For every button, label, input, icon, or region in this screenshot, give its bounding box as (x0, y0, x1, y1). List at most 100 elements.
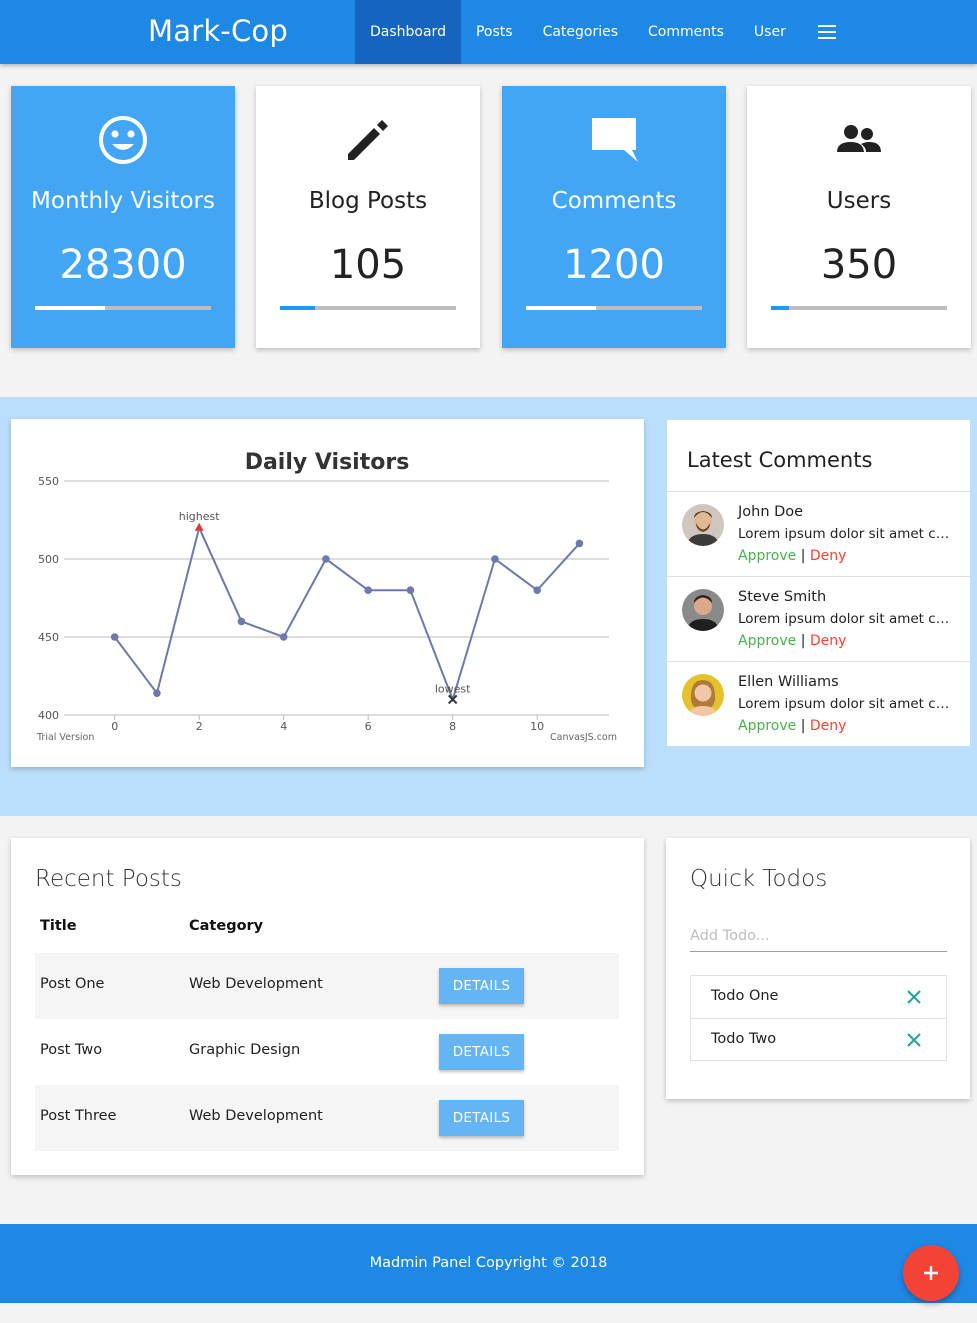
details-button[interactable]: DETAILS (439, 1034, 524, 1070)
table-row: Post Two Graphic Design DETAILS (35, 1019, 619, 1085)
data-point (575, 539, 584, 548)
brand-logo[interactable]: Mark-Cop (148, 14, 288, 48)
approve-link[interactable]: Approve (738, 548, 796, 564)
comment-icon (502, 114, 726, 166)
comment-author: John Doe (738, 504, 804, 520)
stat-card-blog-posts: Blog Posts 105 (256, 86, 480, 348)
progress-bar (526, 306, 702, 310)
comment-author: Ellen Williams (738, 674, 839, 690)
data-point-highest (194, 522, 204, 531)
comment-text: Lorem ipsum dolor sit amet consectetur (738, 526, 953, 542)
stat-card-users: Users 350 (747, 86, 971, 348)
hamburger-icon[interactable] (801, 0, 853, 64)
annotation-label: highest (179, 510, 220, 523)
deny-link[interactable]: Deny (810, 633, 847, 649)
comment-item: Ellen Williams Lorem ipsum dolor sit ame… (667, 661, 970, 746)
stat-value: 28300 (59, 242, 187, 288)
data-point (279, 633, 288, 641)
progress-bar (35, 306, 211, 310)
canvasjs-credit: CanvasJS.com (550, 732, 617, 743)
deny-link[interactable]: Deny (810, 718, 847, 734)
progress-bar (280, 306, 456, 310)
daily-visitors-chart-card: Daily Visitors 400 450 500 550 0 2 4 6 8 10 highest… (11, 419, 644, 767)
comment-actions: Approve | Deny (738, 718, 846, 734)
users-icon (747, 114, 971, 166)
post-title: Post Three (40, 1108, 117, 1124)
separator: | (800, 718, 806, 734)
stat-card-monthly-visitors: Monthly Visitors 28300 (11, 86, 235, 348)
close-icon[interactable] (904, 1030, 924, 1050)
close-icon[interactable] (904, 987, 924, 1007)
y-tick-label: 450 (38, 631, 59, 644)
top-navbar: Mark-Cop Dashboard Posts Categories Comm… (0, 0, 977, 64)
smiley-icon (11, 114, 235, 166)
todo-item: Todo Two (691, 1018, 946, 1060)
todo-text: Todo One (711, 988, 779, 1004)
x-tick-label: 4 (280, 720, 287, 733)
avatar (682, 589, 724, 631)
data-point (364, 586, 372, 594)
progress-fill (35, 306, 106, 310)
separator: | (800, 633, 806, 649)
data-point (153, 689, 161, 697)
stat-label: Comments (551, 188, 677, 214)
stat-value: 350 (820, 242, 898, 288)
todo-item: Todo One (691, 976, 946, 1018)
x-tick-label: 8 (449, 720, 456, 733)
approve-link[interactable]: Approve (738, 633, 796, 649)
progress-fill (526, 306, 597, 310)
post-category: Web Development (189, 1108, 323, 1124)
latest-comments-card: Latest Comments John Doe Lorem ipsum dol… (667, 420, 970, 746)
details-button[interactable]: DETAILS (439, 968, 524, 1004)
nav-links: Dashboard Posts Categories Comments User (355, 0, 853, 64)
data-point (322, 555, 330, 563)
todo-text: Todo Two (711, 1031, 777, 1047)
recent-posts-title: Recent Posts (35, 866, 182, 892)
daily-visitors-chart: Daily Visitors 400 450 500 550 0 2 4 6 8 10 highest… (36, 450, 617, 743)
x-tick-label: 6 (365, 720, 372, 733)
stat-card-comments: Comments 1200 (502, 86, 726, 348)
deny-link[interactable]: Deny (810, 548, 847, 564)
post-title: Post One (40, 976, 105, 992)
comment-text: Lorem ipsum dolor sit amet consectetur (738, 696, 953, 712)
annotation-label: lowest (435, 682, 471, 695)
table-row: Post One Web Development DETAILS (35, 953, 619, 1019)
add-fab-button[interactable] (903, 1245, 959, 1301)
footer-copyright: Madmin Panel Copyright © 2018 (369, 1255, 608, 1271)
comment-item: Steve Smith Lorem ipsum dolor sit amet c… (667, 576, 970, 661)
column-header-title: Title (40, 918, 77, 934)
comment-text: Lorem ipsum dolor sit amet consectetur (738, 611, 953, 627)
footer: Madmin Panel Copyright © 2018 (0, 1224, 977, 1303)
comment-author: Steve Smith (738, 589, 827, 605)
stat-label: Users (826, 188, 892, 214)
comment-actions: Approve | Deny (738, 548, 846, 564)
stat-label: Monthly Visitors (31, 188, 215, 214)
x-tick-label: 10 (530, 720, 544, 733)
progress-fill (280, 306, 316, 310)
details-button[interactable]: DETAILS (439, 1100, 524, 1136)
chart-title: Daily Visitors (245, 450, 410, 475)
avatar (682, 504, 724, 546)
pencil-icon (256, 114, 480, 166)
x-tick-label: 2 (196, 720, 203, 733)
nav-link-dashboard[interactable]: Dashboard (355, 0, 461, 64)
nav-link-comments[interactable]: Comments (633, 0, 739, 64)
approve-link[interactable]: Approve (738, 718, 796, 734)
latest-comments-title: Latest Comments (687, 448, 873, 472)
progress-bar (771, 306, 947, 310)
nav-link-categories[interactable]: Categories (528, 0, 633, 64)
post-category: Graphic Design (189, 1042, 301, 1058)
avatar (682, 674, 724, 716)
nav-link-posts[interactable]: Posts (461, 0, 528, 64)
comment-item: John Doe Lorem ipsum dolor sit amet cons… (667, 491, 970, 576)
progress-fill (771, 306, 789, 310)
data-point (237, 617, 246, 626)
stat-label: Blog Posts (308, 188, 428, 214)
nav-link-user[interactable]: User (739, 0, 801, 64)
stat-value: 1200 (563, 242, 665, 288)
data-point (110, 633, 119, 641)
data-point (533, 586, 541, 594)
post-title: Post Two (40, 1042, 103, 1058)
add-todo-input[interactable] (690, 920, 947, 952)
plus-icon (924, 1266, 938, 1280)
